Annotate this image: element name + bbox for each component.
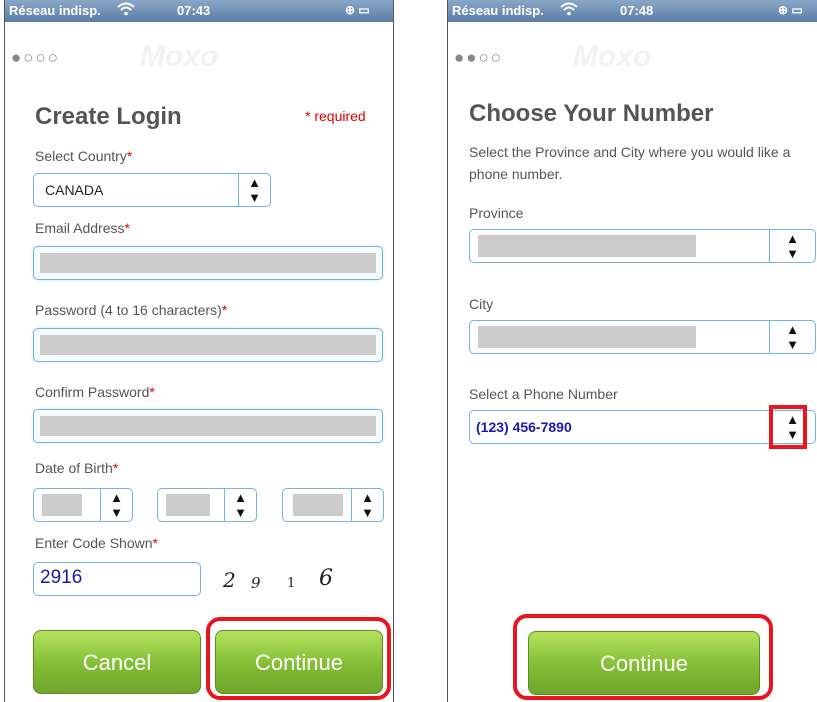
- wifi-icon: [560, 1, 578, 20]
- continue-highlight-box: [513, 614, 773, 700]
- up-down-arrows-icon: ▲ ▼: [238, 174, 270, 206]
- page-title: Choose Your Number: [469, 100, 714, 127]
- captcha-char: 6: [319, 566, 333, 591]
- progress-dots: ●●○○: [454, 48, 504, 67]
- country-value: CANADA: [45, 182, 104, 198]
- progress-dots: ●○○○: [11, 48, 61, 67]
- city-select[interactable]: ▲ ▼: [469, 320, 816, 354]
- phone-label: Select a Phone Number: [469, 386, 618, 402]
- country-label: Select Country*: [35, 148, 133, 164]
- dob-year-select[interactable]: ▲ ▼: [282, 488, 384, 522]
- province-select[interactable]: ▲ ▼: [469, 229, 816, 263]
- carrier-label: Réseau indisp.: [452, 3, 544, 18]
- logo-watermark-icon: Moxo: [140, 40, 219, 73]
- captcha-input-value: 2916: [40, 567, 83, 588]
- up-down-arrows-icon: ▲ ▼: [351, 489, 383, 521]
- status-time: 07:43: [177, 3, 211, 18]
- status-time: 07:48: [620, 3, 654, 18]
- phone-number-value: (123) 456-7890: [476, 419, 572, 435]
- choose-number-screen: Réseau indisp. 07:48 ⊕ ▭ ●●○○ Moxo Choos…: [447, 0, 817, 702]
- carrier-label: Réseau indisp.: [9, 3, 101, 18]
- dob-label: Date of Birth*: [35, 460, 119, 476]
- up-down-arrows-icon: ▲ ▼: [100, 489, 132, 521]
- logo-watermark-icon: Moxo: [573, 40, 652, 73]
- status-bar: Réseau indisp. 07:43 ⊕ ▭: [5, 0, 393, 22]
- up-down-arrows-icon: ▲ ▼: [224, 489, 256, 521]
- up-down-arrows-icon: ▲ ▼: [769, 321, 815, 353]
- code-label: Enter Code Shown*: [35, 535, 158, 551]
- captcha-input[interactable]: 2916: [33, 562, 201, 596]
- confirm-password-label: Confirm Password*: [35, 384, 155, 400]
- continue-highlight-box: [206, 617, 391, 700]
- required-note: * required: [305, 108, 366, 124]
- page-description: Select the Province and City where you w…: [469, 144, 791, 182]
- captcha-char: 9: [251, 574, 261, 592]
- confirm-password-field[interactable]: [33, 409, 383, 443]
- password-label: Password (4 to 16 characters)*: [35, 302, 228, 318]
- email-field[interactable]: [33, 246, 383, 280]
- province-label: Province: [469, 205, 524, 221]
- create-login-screen: Réseau indisp. 07:43 ⊕ ▭ ●○○○ Moxo Creat…: [4, 0, 394, 702]
- country-select[interactable]: CANADA ▲ ▼: [33, 173, 271, 207]
- lock-battery-icon: ⊕ ▭: [345, 3, 370, 17]
- cancel-button[interactable]: Cancel: [33, 630, 201, 694]
- email-label: Email Address*: [35, 220, 130, 236]
- page-title: Create Login: [35, 103, 182, 130]
- arrows-highlight-box: [769, 405, 807, 449]
- password-field[interactable]: [33, 328, 383, 362]
- phone-number-select[interactable]: (123) 456-7890 ▲ ▼: [469, 410, 816, 444]
- city-label: City: [469, 296, 494, 312]
- captcha-char: 1: [287, 576, 296, 591]
- dob-day-select[interactable]: ▲ ▼: [33, 488, 133, 522]
- status-bar: Réseau indisp. 07:48 ⊕ ▭: [448, 0, 817, 22]
- dob-month-select[interactable]: ▲ ▼: [157, 488, 257, 522]
- lock-battery-icon: ⊕ ▭: [778, 3, 803, 17]
- up-down-arrows-icon: ▲ ▼: [769, 230, 815, 262]
- captcha-char: 2: [223, 568, 236, 592]
- wifi-icon: [117, 1, 135, 20]
